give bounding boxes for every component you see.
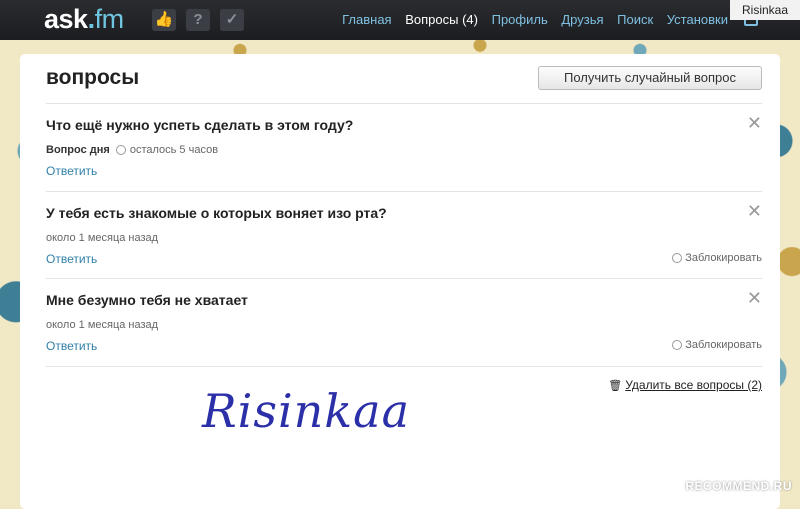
user-watermark: Risinkaa (730, 0, 800, 20)
block-link[interactable]: Заблокировать (672, 252, 762, 264)
thumbs-up-icon[interactable]: 👍 (152, 9, 176, 31)
block-icon (672, 340, 683, 350)
nav-home[interactable]: Главная (342, 12, 391, 27)
nav-profile[interactable]: Профиль (492, 12, 548, 27)
divider (46, 366, 762, 367)
block-icon (672, 253, 683, 263)
main-nav: Главная Вопросы (4) Профиль Друзья Поиск… (332, 12, 728, 27)
question-time: осталось 5 часов (129, 144, 219, 156)
answer-link[interactable]: Ответить (46, 339, 97, 353)
nav-settings[interactable]: Установки (667, 12, 728, 27)
nav-search[interactable]: Поиск (617, 12, 653, 27)
question-meta: около 1 месяца назад (46, 319, 158, 331)
close-icon[interactable]: ✕ (747, 288, 762, 309)
nav-questions[interactable]: Вопросы (4) (405, 12, 478, 27)
page-title: вопросы (46, 66, 140, 89)
question-icon[interactable]: ? (186, 9, 210, 31)
question-item: Мне безумно тебя не хватает ✕ около 1 ме… (46, 279, 762, 366)
questions-card: вопросы Получить случайный вопрос Что ещ… (20, 54, 780, 509)
question-meta: Вопрос дня осталось 5 часов (46, 144, 218, 156)
delete-all-link[interactable]: 🗑 Удалить все вопросы (2) (608, 378, 762, 392)
question-text: Что ещё нужно успеть сделать в этом году… (46, 117, 354, 133)
question-item: У тебя есть знакомые о которых воняет из… (46, 192, 762, 279)
close-icon[interactable]: ✕ (747, 201, 762, 222)
close-icon[interactable]: ✕ (747, 113, 762, 134)
check-icon[interactable]: ✓ (220, 9, 244, 31)
trash-icon: 🗑 (608, 380, 623, 392)
question-time: около 1 месяца назад (46, 319, 159, 331)
site-watermark: RECOMMEND.RU (685, 479, 792, 493)
signature-watermark: Risinkaa (202, 384, 411, 438)
nav-friends[interactable]: Друзья (561, 12, 603, 27)
question-time: около 1 месяца назад (46, 232, 159, 244)
answer-link[interactable]: Ответить (46, 252, 97, 266)
answer-link[interactable]: Ответить (46, 164, 97, 178)
question-text: У тебя есть знакомые о которых воняет из… (46, 205, 387, 221)
random-question-button[interactable]: Получить случайный вопрос (538, 66, 762, 90)
block-link[interactable]: Заблокировать (672, 339, 762, 351)
question-item: Что ещё нужно успеть сделать в этом году… (46, 104, 762, 191)
question-of-day-label: Вопрос дня (46, 144, 110, 156)
clock-icon (115, 145, 126, 155)
askfm-logo[interactable]: ask.fm (44, 4, 124, 35)
top-navbar: ask.fm 👍 ? ✓ Главная Вопросы (4) Профиль… (0, 0, 800, 40)
question-text: Мне безумно тебя не хватает (46, 292, 248, 308)
question-meta: около 1 месяца назад (46, 232, 158, 244)
